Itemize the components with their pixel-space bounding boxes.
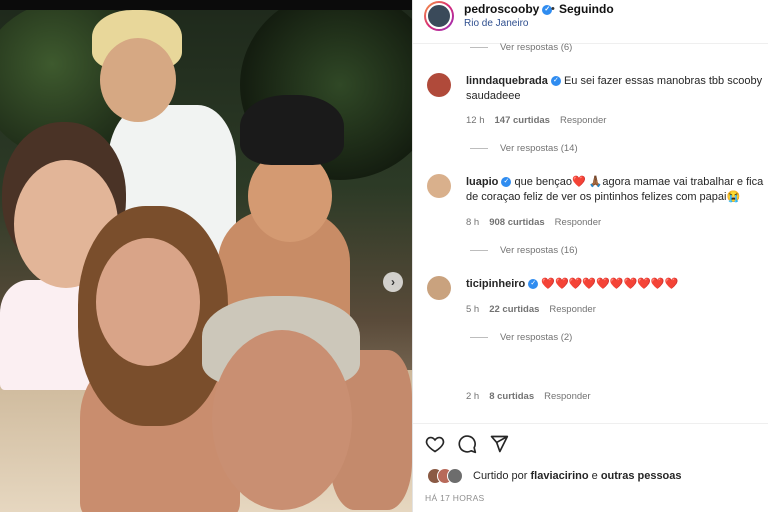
post-photo[interactable]: ›: [0, 10, 412, 512]
avatar[interactable]: [427, 174, 451, 198]
share-button[interactable]: [489, 434, 509, 458]
reply-button[interactable]: Responder: [549, 304, 595, 315]
share-icon: [490, 435, 509, 453]
top-strip: [0, 0, 412, 10]
comment-time: 8 h: [466, 217, 480, 228]
comment-username[interactable]: linndaquebrada: [466, 75, 548, 87]
reply-button[interactable]: Responder: [555, 217, 601, 228]
reply-button[interactable]: Responder: [560, 115, 606, 126]
comment-time: 12 h: [466, 115, 485, 126]
verified-icon: ✓: [550, 76, 561, 87]
heart-icon: [425, 436, 445, 453]
view-replies-button[interactable]: Ver respostas (14): [470, 143, 578, 154]
next-photo-button[interactable]: ›: [383, 272, 403, 292]
comment-meta: 8 h 908 curtidas Responder: [466, 217, 601, 228]
comment-icon: [458, 435, 477, 454]
comment-time: 2 h: [466, 391, 480, 402]
liked-user[interactable]: flaviacirino: [530, 470, 588, 482]
liked-by-text: Curtido por flaviacirino e outras pessoa…: [473, 470, 682, 482]
avatar[interactable]: [427, 276, 451, 300]
verified-icon: ✓: [501, 177, 512, 188]
photo-figure: [212, 330, 352, 510]
comment-likes[interactable]: 908 curtidas: [489, 217, 544, 228]
comment-text: linndaquebrada ✓ Eu sei fazer essas manob…: [466, 74, 764, 104]
header-username[interactable]: pedroscooby ✓: [464, 2, 553, 16]
location-link[interactable]: Rio de Janeiro: [464, 18, 528, 29]
verified-icon: ✓: [528, 279, 539, 290]
comment-body: que bençao❤️ 🙏🏾agora mamae vai trabalhar…: [466, 176, 764, 203]
separator-dot: •: [551, 3, 555, 15]
liked-others[interactable]: outras pessoas: [601, 470, 682, 482]
comment-likes[interactable]: 8 curtidas: [489, 391, 534, 402]
view-replies-button[interactable]: Ver respostas (6): [470, 42, 572, 53]
photo-figure: [100, 38, 176, 122]
like-button[interactable]: [425, 434, 445, 458]
photo-figure: [96, 238, 200, 366]
comment-meta: 2 h 8 curtidas Responder: [466, 391, 591, 402]
photo-figure: [240, 95, 344, 165]
comment-meta: 5 h 22 curtidas Responder: [466, 304, 596, 315]
chevron-right-icon: ›: [391, 275, 395, 289]
reply-button[interactable]: Responder: [544, 391, 590, 402]
post-viewer: › pedroscooby ✓ • Seguindo Rio de Janeiro…: [0, 0, 768, 512]
avatar: [447, 468, 463, 484]
post-actions: Curtido por flaviacirino e outras pessoa…: [413, 423, 768, 512]
post-header: pedroscooby ✓ • Seguindo Rio de Janeiro: [413, 0, 768, 44]
comment-button[interactable]: [457, 434, 477, 458]
comment-text: luapio ✓ que bençao❤️ 🙏🏾agora mamae vai t…: [466, 175, 764, 205]
avatar[interactable]: [427, 73, 451, 97]
username-text[interactable]: pedroscooby: [464, 2, 539, 16]
post-time: HÁ 17 HORAS: [425, 493, 485, 503]
comments-panel: pedroscooby ✓ • Seguindo Rio de Janeiro V…: [413, 0, 768, 512]
comment-text: ticipinheiro ✓ ❤️❤️❤️❤️❤️❤️❤️❤️❤️❤️: [466, 277, 764, 292]
comment-likes[interactable]: 22 curtidas: [489, 304, 539, 315]
comment-meta: 12 h 147 curtidas Responder: [466, 115, 606, 126]
following-button[interactable]: Seguindo: [559, 2, 614, 16]
view-replies-button[interactable]: Ver respostas (2): [470, 332, 572, 343]
comment-likes[interactable]: 147 curtidas: [495, 115, 550, 126]
comment-username[interactable]: ticipinheiro: [466, 278, 525, 290]
view-replies-button[interactable]: Ver respostas (16): [470, 245, 578, 256]
avatar[interactable]: [424, 1, 454, 31]
comment-time: 5 h: [466, 304, 480, 315]
comment-body: ❤️❤️❤️❤️❤️❤️❤️❤️❤️❤️: [541, 278, 679, 290]
comment-username[interactable]: luapio: [466, 176, 498, 188]
